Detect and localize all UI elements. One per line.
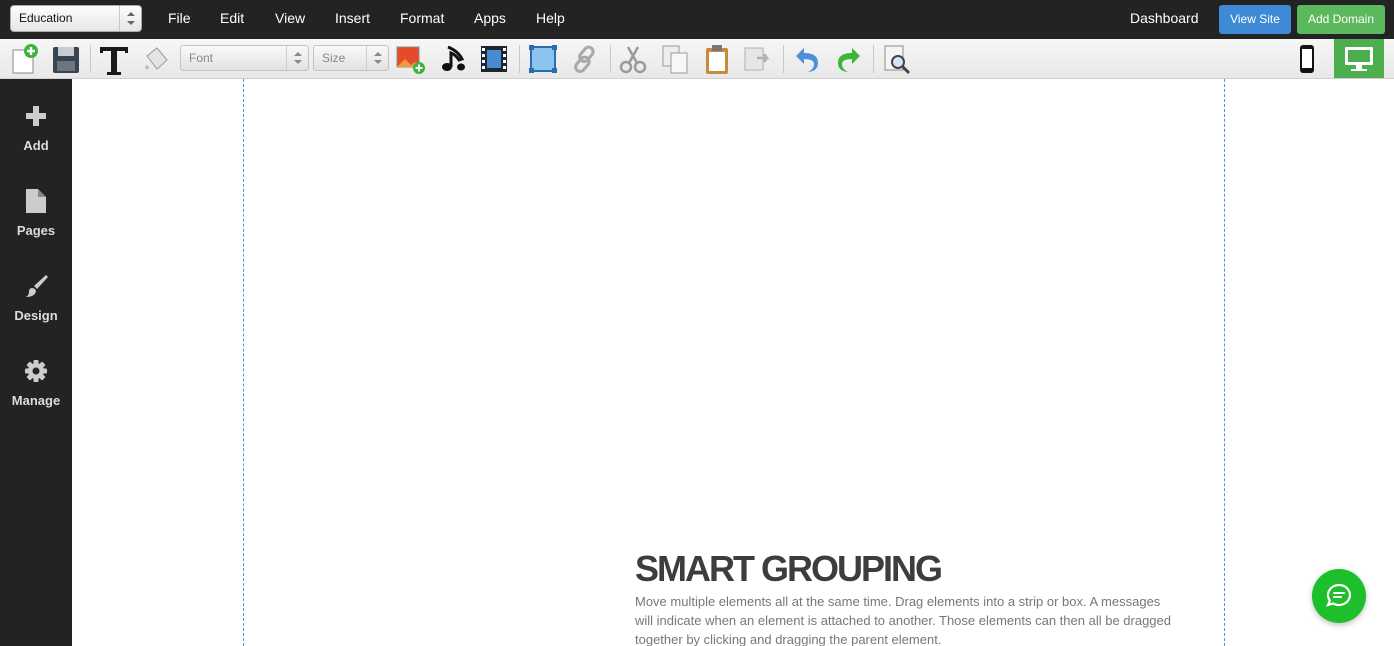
sidebar-item-manage[interactable]: Manage	[0, 358, 72, 428]
add-domain-button[interactable]: Add Domain	[1297, 5, 1385, 34]
menu-help[interactable]: Help	[536, 10, 565, 26]
mobile-view-icon[interactable]	[1290, 42, 1324, 76]
paint-bucket-icon[interactable]	[139, 42, 173, 76]
menu-view[interactable]: View	[275, 10, 305, 26]
music-icon[interactable]	[437, 42, 471, 76]
font-select[interactable]: Font	[180, 45, 309, 71]
brush-icon	[23, 273, 49, 299]
redo-icon[interactable]	[832, 42, 866, 76]
gear-icon	[23, 358, 49, 384]
sidebar-item-label: Pages	[16, 223, 56, 238]
desktop-view-button[interactable]	[1334, 39, 1384, 78]
toolbar-separator	[873, 45, 874, 73]
sidebar-item-add[interactable]: Add	[0, 103, 72, 173]
paste-special-icon[interactable]	[741, 42, 775, 76]
chat-button[interactable]	[1312, 569, 1366, 623]
menu-apps[interactable]: Apps	[474, 10, 506, 26]
left-guide-line	[243, 79, 244, 646]
plus-icon	[23, 103, 49, 129]
view-site-button[interactable]: View Site	[1219, 5, 1291, 34]
video-icon[interactable]	[477, 42, 511, 76]
toolbar-separator	[610, 45, 611, 73]
link-icon[interactable]	[568, 42, 602, 76]
undo-icon[interactable]	[790, 42, 824, 76]
toolbar-separator	[783, 45, 784, 73]
select-arrows-icon	[119, 6, 141, 31]
menu-insert[interactable]: Insert	[335, 10, 370, 26]
right-guide-line	[1224, 79, 1225, 646]
select-arrows-icon	[286, 46, 308, 70]
menu-format[interactable]: Format	[400, 10, 444, 26]
toolbar-separator	[90, 45, 91, 73]
section-headline[interactable]: SMART GROUPING	[635, 549, 943, 589]
chat-bubble-icon	[1326, 583, 1352, 607]
text-icon[interactable]	[97, 42, 131, 76]
add-image-icon[interactable]	[394, 42, 428, 76]
size-select-label: Size	[322, 51, 346, 65]
section-body-text[interactable]: Move multiple elements all at the same t…	[635, 592, 1175, 646]
new-page-icon[interactable]	[8, 42, 42, 76]
site-select[interactable]: Education	[10, 5, 142, 32]
select-arrows-icon	[366, 46, 388, 70]
save-icon[interactable]	[49, 42, 83, 76]
desktop-icon	[1345, 47, 1373, 71]
box-icon[interactable]	[526, 42, 560, 76]
copy-icon[interactable]	[658, 42, 692, 76]
menu-file[interactable]: File	[168, 10, 191, 26]
page-icon	[23, 188, 49, 214]
size-select[interactable]: Size	[313, 45, 389, 71]
menu-bar: Education File Edit View Insert Format A…	[0, 0, 1394, 39]
dashboard-link[interactable]: Dashboard	[1130, 10, 1199, 26]
cut-icon[interactable]	[616, 42, 650, 76]
site-select-value: Education	[19, 11, 73, 25]
menu-edit[interactable]: Edit	[220, 10, 244, 26]
sidebar-item-label: Design	[14, 308, 58, 323]
preview-icon[interactable]	[880, 42, 914, 76]
sidebar-item-design[interactable]: Design	[0, 273, 72, 343]
font-select-label: Font	[189, 51, 214, 65]
sidebar-item-label: Manage	[11, 393, 61, 408]
toolbar-separator	[519, 45, 520, 73]
sidebar-item-pages[interactable]: Pages	[0, 188, 72, 258]
left-sidebar: Add Pages Design Manage	[0, 79, 72, 646]
paste-icon[interactable]	[700, 42, 734, 76]
editor-toolbar: Font Size	[0, 39, 1394, 79]
sidebar-item-label: Add	[23, 138, 49, 153]
